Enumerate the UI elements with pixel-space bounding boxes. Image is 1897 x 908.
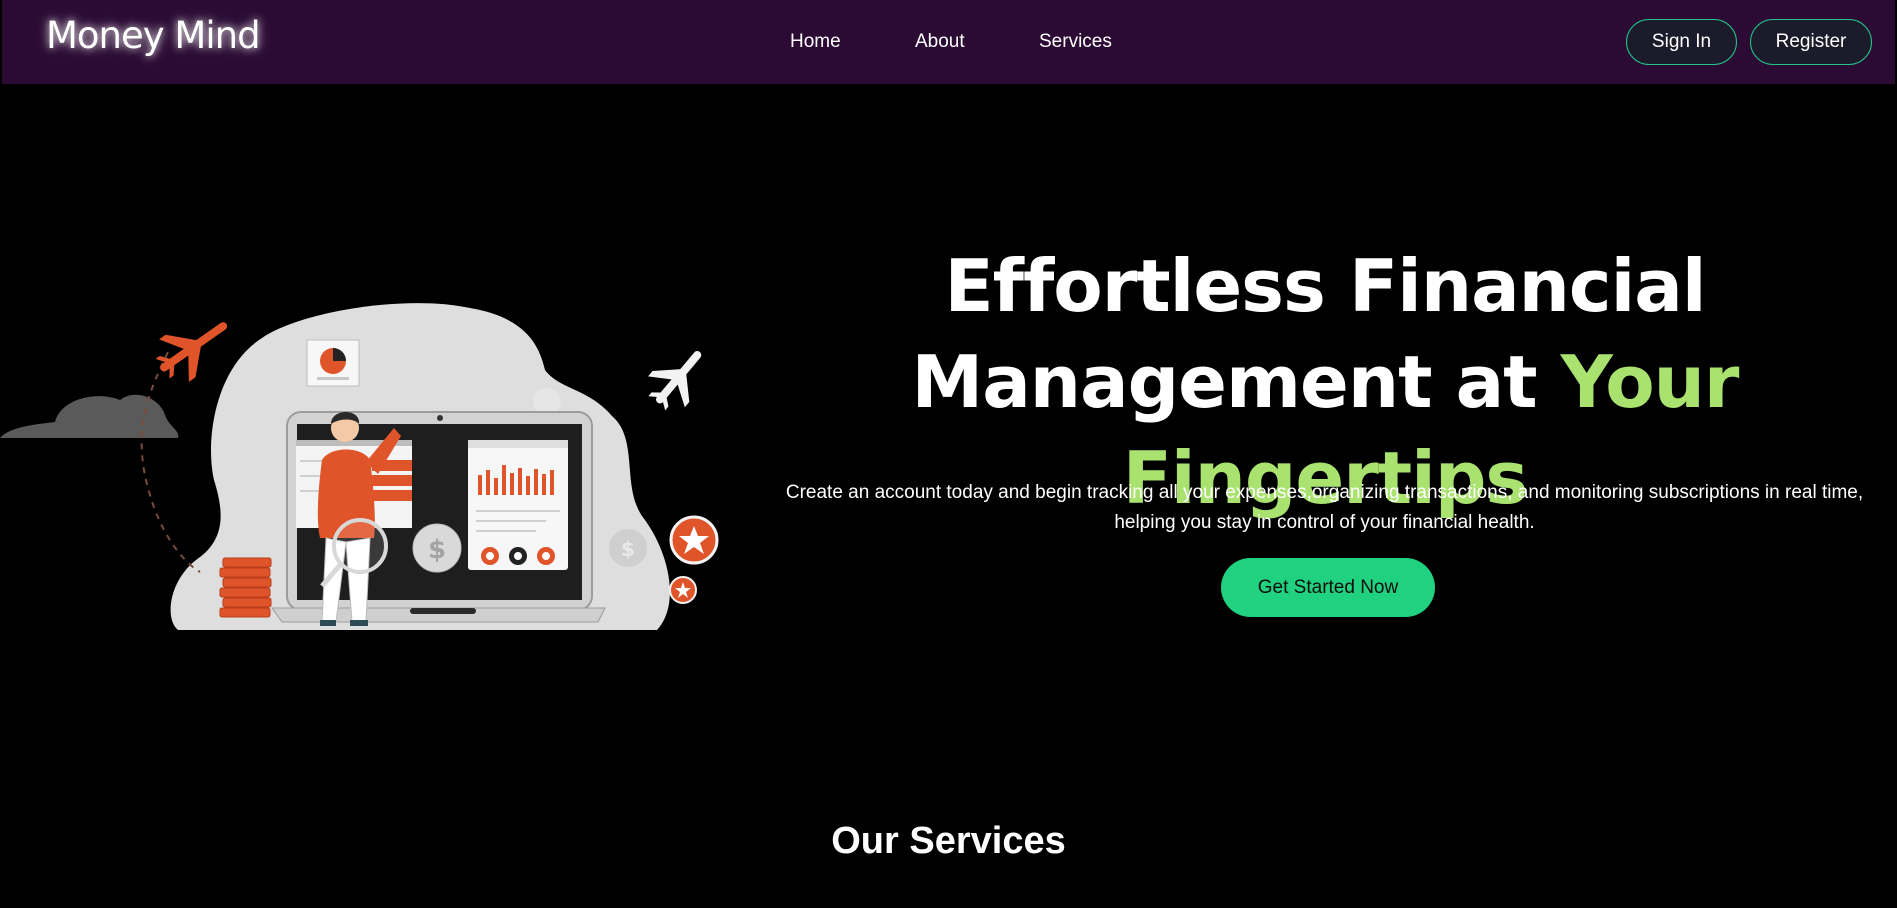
- star-badge-icon: [669, 576, 697, 604]
- nav-link-services[interactable]: Services: [1039, 31, 1112, 53]
- hero-description: Create an account today and begin tracki…: [752, 478, 1897, 538]
- nav-link-home[interactable]: Home: [790, 31, 841, 53]
- flight-path: [140, 351, 201, 573]
- navbar: Money Mind Home About Services Sign In R…: [2, 0, 1895, 84]
- nav-link-about[interactable]: About: [915, 31, 965, 53]
- hero-illustration: $ $: [0, 303, 719, 630]
- hero-title-line1: Effortless Financial: [944, 244, 1706, 328]
- dollar-coin-icon: $: [412, 523, 462, 573]
- sign-in-button[interactable]: Sign In: [1626, 19, 1737, 65]
- bar-chart-icon: [468, 440, 568, 570]
- star-badge-icon: [669, 515, 719, 565]
- dollar-coin-icon: $: [609, 529, 647, 567]
- register-button[interactable]: Register: [1750, 19, 1872, 65]
- pie-chart-icon: [306, 339, 360, 387]
- hero-title-line2-prefix: Management at: [911, 340, 1561, 424]
- get-started-button[interactable]: Get Started Now: [1221, 558, 1435, 617]
- cloud-icon: [0, 394, 179, 438]
- coin-stack-icon: [219, 557, 272, 618]
- svg-text:$: $: [621, 537, 635, 561]
- hero-description-line2: helping you stay in control of your fina…: [1114, 512, 1535, 533]
- services-section-title: Our Services: [831, 820, 1066, 862]
- airplane-icon: [648, 351, 702, 411]
- brand-logo[interactable]: Money Mind: [46, 14, 261, 57]
- svg-text:$: $: [428, 535, 446, 565]
- hero-description-line1: Create an account today and begin tracki…: [785, 482, 1864, 503]
- airplane-icon: [155, 322, 228, 382]
